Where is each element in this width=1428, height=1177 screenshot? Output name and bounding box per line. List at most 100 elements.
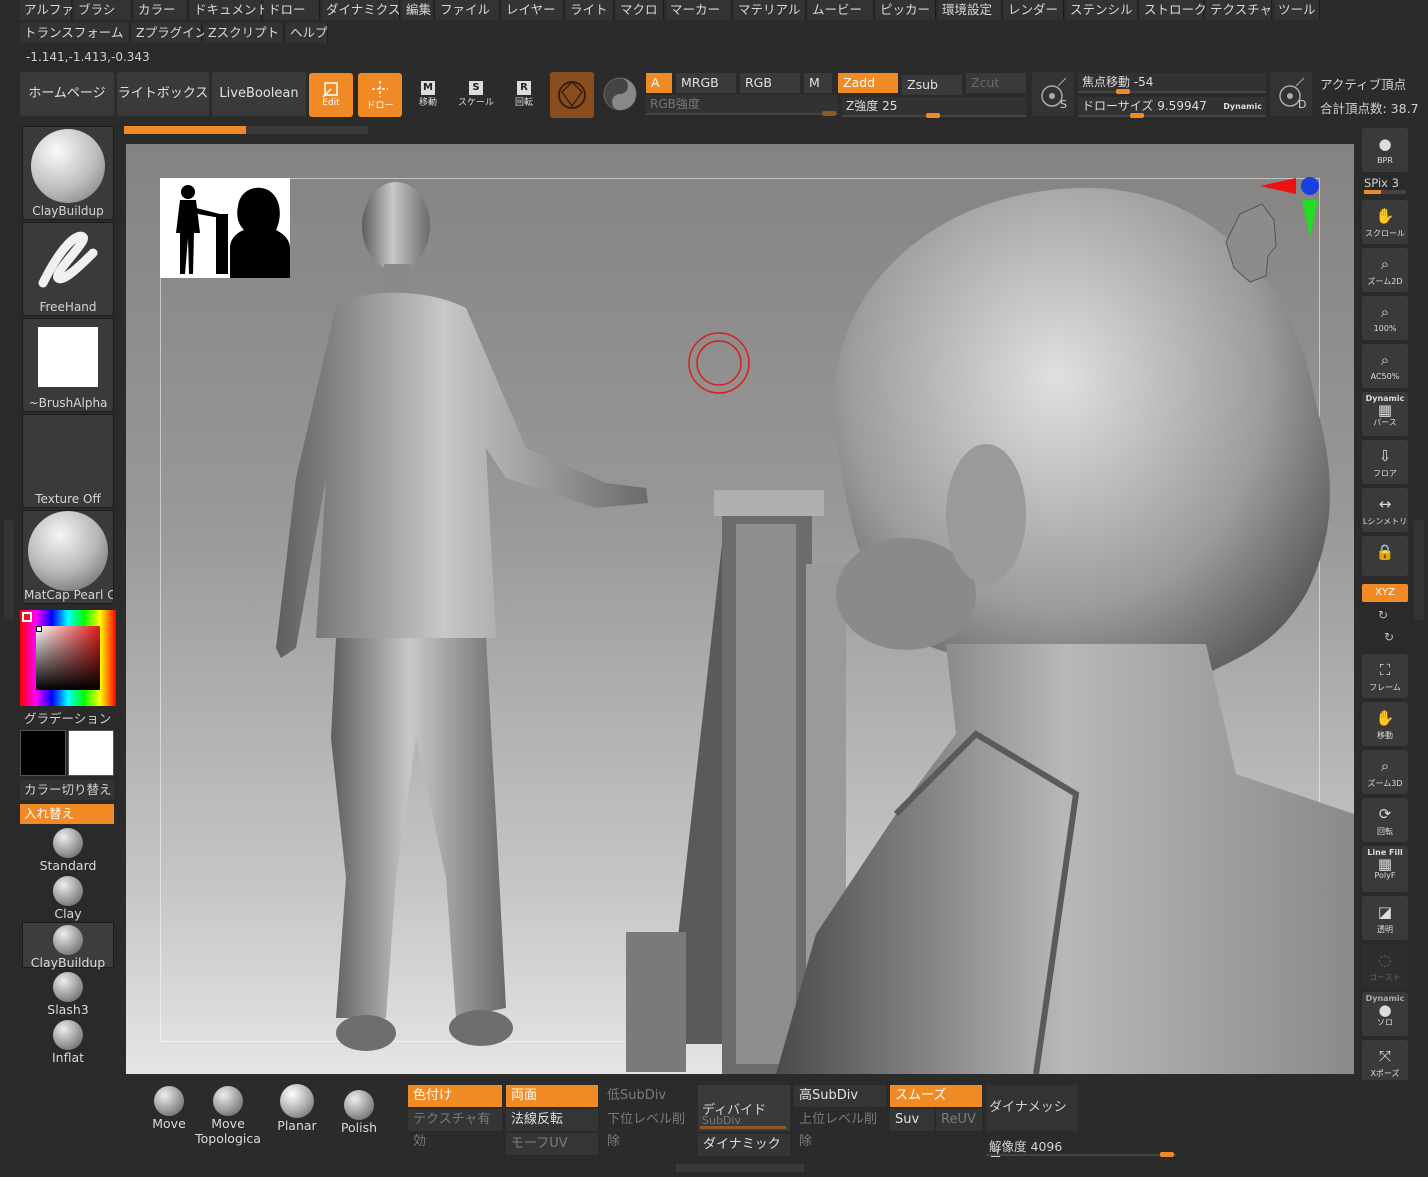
floor-button[interactable]: ⇩ フロア xyxy=(1362,440,1408,484)
higher-subdiv-button[interactable]: 高SubDiv xyxy=(794,1085,886,1107)
xyz-rotate-button[interactable]: XYZ xyxy=(1362,584,1408,602)
menu-item[interactable]: ヘルプ xyxy=(286,23,328,43)
menu-item[interactable]: カラー xyxy=(134,0,188,20)
zsub-button[interactable]: Zsub xyxy=(902,75,962,95)
lightbox-button[interactable]: ライトボックス xyxy=(117,72,209,116)
primary-color-swatch[interactable] xyxy=(20,730,66,776)
lower-subdiv-button[interactable]: 低SubDiv xyxy=(602,1085,694,1107)
rotate-mode-button[interactable]: R 回転 xyxy=(502,73,546,117)
m-button[interactable]: M xyxy=(804,73,832,93)
perspective-button[interactable]: Dynamic ▦ パース xyxy=(1362,392,1408,436)
rgb-button[interactable]: RGB xyxy=(740,73,800,93)
menu-item[interactable]: マクロ xyxy=(616,0,664,20)
material-swatch-button[interactable] xyxy=(550,72,594,118)
menu-item[interactable]: Zスクリプト xyxy=(204,23,284,43)
y-rotate-icon[interactable]: ↻ xyxy=(1378,608,1388,622)
focal-shift-slider[interactable]: 焦点移動 -54 xyxy=(1078,73,1266,94)
menu-item[interactable]: ライト xyxy=(566,0,614,20)
morph-uv-button[interactable]: モーフUV xyxy=(506,1133,598,1155)
transparency-button[interactable]: ◪ 透明 xyxy=(1362,896,1408,940)
home-page-button[interactable]: ホームページ xyxy=(20,72,114,116)
lock-button[interactable]: 🔒 xyxy=(1362,536,1408,576)
menu-item[interactable]: マテリアル xyxy=(734,0,806,20)
mrgb-button[interactable]: MRGB xyxy=(676,73,736,93)
brush-planar[interactable]: Planar xyxy=(274,1084,320,1133)
brush-polish[interactable]: Polish xyxy=(336,1088,382,1135)
z-rotate-icon[interactable]: ↻ xyxy=(1384,630,1394,644)
z-intensity-slider[interactable]: Z強度 25 xyxy=(842,97,1026,118)
menu-item[interactable]: レンダー xyxy=(1004,0,1064,20)
menu-item[interactable]: アルファ xyxy=(20,0,74,20)
navigation-gizmo[interactable] xyxy=(1210,172,1320,312)
colorize-button[interactable]: 色付け xyxy=(408,1085,502,1107)
symmetry-s-button[interactable]: S xyxy=(1032,72,1074,116)
half-size-button[interactable]: ⌕ AC50% xyxy=(1362,344,1408,388)
dynamic-size-toggle[interactable]: Dynamic xyxy=(1223,98,1262,116)
menu-item[interactable]: 編集 xyxy=(402,0,434,20)
zadd-button[interactable]: Zadd xyxy=(838,73,898,93)
stroke-selector[interactable]: FreeHand xyxy=(22,222,114,316)
rgb-intensity-knob[interactable] xyxy=(822,111,836,116)
menu-item[interactable]: 環境設定 xyxy=(938,0,1002,20)
menu-item[interactable]: ファイル xyxy=(436,0,500,20)
gradient-label[interactable]: グラデーション xyxy=(24,708,111,727)
rotate-view-button[interactable]: ⟳ 回転 xyxy=(1362,798,1408,842)
symmetry-d-button[interactable]: D xyxy=(1270,72,1312,116)
resolution-slider[interactable]: 解像度 4096 xyxy=(986,1136,1176,1157)
move-view-button[interactable]: ✋ 移動 xyxy=(1362,702,1408,746)
draw-mode-button[interactable]: ドロー xyxy=(358,73,402,117)
z-intensity-knob[interactable] xyxy=(926,113,940,118)
a-button[interactable]: A xyxy=(646,73,672,93)
brush-slash3[interactable]: Slash3 xyxy=(22,970,114,1017)
menu-item[interactable]: ドキュメント xyxy=(190,0,269,20)
menu-item[interactable]: ムービー xyxy=(808,0,874,20)
menu-item[interactable]: ブラシ xyxy=(74,0,132,20)
double-sided-button[interactable]: 両面 xyxy=(506,1085,598,1107)
resolution-knob[interactable] xyxy=(1160,1152,1174,1157)
alpha-selector[interactable]: ~BrushAlpha xyxy=(22,318,114,412)
menu-item[interactable]: マーカー xyxy=(666,0,732,20)
scroll-button[interactable]: ✋ スクロール xyxy=(1362,200,1408,244)
flip-normals-button[interactable]: 法線反転 xyxy=(506,1109,598,1131)
bottom-tray-handle[interactable] xyxy=(676,1164,804,1172)
draw-size-slider[interactable]: ドローサイズ 9.59947 Dynamic xyxy=(1078,97,1266,118)
menu-item[interactable]: ダイナミクス xyxy=(322,0,400,20)
rgb-intensity-slider[interactable]: RGB強度 xyxy=(646,95,838,116)
ghost-button[interactable]: ◌ ゴースト xyxy=(1362,944,1408,988)
zoom2d-button[interactable]: ⌕ ズーム2D xyxy=(1362,248,1408,292)
delete-lower-button[interactable]: 下位レベル削除 xyxy=(602,1109,694,1149)
brush-claybuildup[interactable]: ClayBuildup xyxy=(22,922,114,970)
color-cursor[interactable] xyxy=(36,626,42,632)
spix-slider[interactable] xyxy=(1364,190,1406,194)
secondary-color-swatch[interactable] xyxy=(68,730,114,776)
move-mode-button[interactable]: M 移動 xyxy=(406,73,450,117)
brush-standard[interactable]: Standard xyxy=(22,826,114,873)
smooth-button[interactable]: スムーズ xyxy=(890,1085,982,1107)
menu-item[interactable]: テクスチャ xyxy=(1206,0,1272,20)
scale-mode-button[interactable]: S スケール xyxy=(454,73,498,117)
reference-thumbnail[interactable] xyxy=(160,178,290,278)
reuv-button[interactable]: ReUV xyxy=(936,1109,982,1131)
liveboolean-button[interactable]: LiveBoolean xyxy=(212,72,306,116)
brush-move-topological[interactable]: Move Topologica xyxy=(180,1084,276,1146)
menu-item[interactable]: Zプラグイン xyxy=(132,23,207,43)
menu-item[interactable]: レイヤー xyxy=(502,0,564,20)
texture-enable-button[interactable]: テクスチャ有効 xyxy=(408,1109,502,1149)
menu-item[interactable]: ステンシル xyxy=(1066,0,1138,20)
spix-label[interactable]: SPix 3 xyxy=(1364,176,1408,190)
texture-selector[interactable]: Texture Off xyxy=(22,414,114,508)
divide-button[interactable]: ディバイド SubDiv xyxy=(698,1085,790,1131)
delete-higher-button[interactable]: 上位レベル削除 xyxy=(794,1109,886,1149)
menu-item[interactable]: ドロー xyxy=(264,0,320,20)
solo-button[interactable]: Dynamic ● ソロ xyxy=(1362,992,1408,1036)
texture-sphere-button[interactable] xyxy=(600,74,640,114)
actual-size-button[interactable]: ⌕ 100% xyxy=(1362,296,1408,340)
dynamic-subdiv-button[interactable]: ダイナミック xyxy=(698,1134,790,1156)
brush-clay[interactable]: Clay xyxy=(22,874,114,921)
local-symmetry-button[interactable]: ↔ Lシンメトリ xyxy=(1362,488,1408,532)
focal-shift-knob[interactable] xyxy=(1116,89,1130,94)
zcut-button[interactable]: Zcut xyxy=(966,73,1026,93)
swap-button[interactable]: 入れ替え xyxy=(20,804,114,824)
material-selector[interactable]: MatCap Pearl Ca xyxy=(22,510,114,604)
left-tray-handle[interactable] xyxy=(4,520,14,620)
